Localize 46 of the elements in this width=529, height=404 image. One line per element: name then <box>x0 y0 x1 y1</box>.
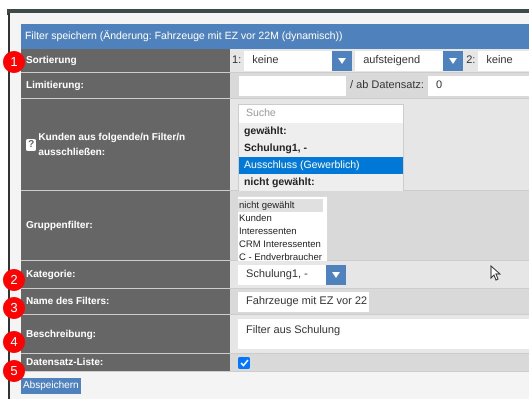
sort-select[interactable]: keine <box>478 50 529 70</box>
list-item[interactable]: nicht gewählt <box>238 199 323 212</box>
group-listbox[interactable]: nicht gewählt Kunden Interessenten CRM Interessenten C - Endverbraucher <box>238 196 327 264</box>
option-group-label[interactable]: gewählt: <box>239 123 403 140</box>
caret-icon <box>332 272 340 278</box>
offset-label: / ab Datensatz: <box>350 78 424 94</box>
row-label: Gruppenfilter: <box>26 219 93 233</box>
list-item[interactable]: Kunden <box>238 212 323 225</box>
sort-prefix: 1: <box>232 53 242 68</box>
number-badge: 3 <box>3 297 25 319</box>
direction-select[interactable]: aufsteigend <box>355 50 464 70</box>
option-group-label[interactable]: nicht gewählt: <box>239 174 403 191</box>
mouse-cursor-icon <box>490 265 501 281</box>
save-button[interactable]: Abspeichern <box>21 378 81 394</box>
dropdown-button[interactable] <box>326 264 346 284</box>
row-label: Limitierung: <box>26 79 84 93</box>
check-icon <box>240 358 248 366</box>
row-label: Datensatz-Liste: <box>26 356 104 370</box>
list-item[interactable]: Interessenten <box>238 225 323 238</box>
option-group-label[interactable]: Schulung1, - <box>239 140 403 157</box>
filter-multiselect[interactable]: Suche gewählt: Schulung1, - Ausschluss (Gewerblich) nicht gewählt: <box>238 104 404 192</box>
name-field[interactable]: Fahrzeuge mit EZ vor 22 <box>238 292 370 312</box>
number-badge: 5 <box>3 360 25 382</box>
list-item[interactable]: CRM Interessenten <box>238 238 323 251</box>
checkbox[interactable] <box>238 356 250 368</box>
row-label: Kategorie: <box>26 268 76 282</box>
row-label: Kunden aus folgende/n Filter/n ausschließen: <box>38 130 186 160</box>
caret-icon <box>338 58 346 64</box>
row-label: Sortierung <box>26 54 77 68</box>
description-field[interactable]: Filter aus Schulung <box>238 319 529 349</box>
row-label: Beschreibung: <box>26 328 96 342</box>
list-item[interactable]: C - Endverbraucher <box>238 251 323 264</box>
row-label: Name des Filters: <box>26 295 110 309</box>
sort-prefix: 2: <box>466 53 476 68</box>
dropdown-button[interactable] <box>332 50 352 70</box>
number-badge: 2 <box>3 269 25 291</box>
offset-field[interactable]: 0 <box>428 76 529 96</box>
option-item[interactable]: Ausschluss (Gewerblich) <box>239 157 403 174</box>
sort-select[interactable]: keine <box>244 50 352 70</box>
category-select[interactable]: Schulung1, - <box>238 264 346 284</box>
caret-icon <box>449 58 458 64</box>
number-badge: 1 <box>3 51 25 73</box>
help-icon[interactable]: ? <box>26 138 36 150</box>
limit-field[interactable] <box>239 76 346 96</box>
dialog-title: Filter speichern (Änderung: Fahrzeuge mit EZ vor 22M (dynamisch)) <box>21 24 529 49</box>
dropdown-button[interactable] <box>443 50 464 70</box>
